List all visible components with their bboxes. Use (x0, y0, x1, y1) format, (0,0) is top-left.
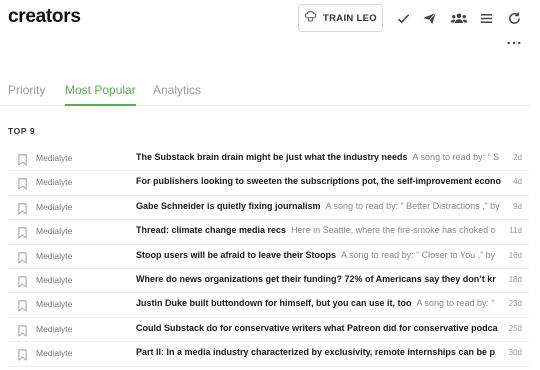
bookmark-icon[interactable] (18, 348, 27, 362)
header: creators TRAIN LEO (0, 0, 540, 60)
bookmark-icon[interactable] (18, 177, 27, 191)
item-title: Where do news organizations get their fu… (136, 273, 496, 284)
list-item[interactable]: Medialyte Could Substack do for conservat… (8, 318, 530, 343)
item-age: 23d (508, 299, 522, 309)
item-age: 18d (508, 274, 522, 284)
item-age: 9d (513, 201, 522, 211)
item-text[interactable]: Where do news organizations get their fu… (136, 274, 504, 284)
item-text[interactable]: Stoop users will be afraid to leave thei… (136, 250, 504, 260)
tab-most-popular[interactable]: Most Popular (65, 83, 136, 106)
tab-bar: Priority Most Popular Analytics (0, 76, 530, 106)
bookmark-icon[interactable] (18, 299, 27, 313)
item-snippet: A song to read by: “ S (412, 152, 500, 162)
item-title: Justin Duke built buttondown for himself… (136, 298, 412, 309)
list-item[interactable]: Medialyte For publishers looking to sweet… (8, 171, 530, 196)
menu-icon[interactable] (478, 10, 494, 26)
item-source: Medialyte (36, 153, 73, 163)
item-text[interactable]: Gabe Schneider is quietly fixing journal… (136, 201, 504, 211)
bookmark-icon[interactable] (18, 202, 27, 215)
users-icon[interactable] (449, 10, 468, 26)
bookmark-icon[interactable] (18, 153, 27, 166)
train-leo-button[interactable]: TRAIN LEO (298, 4, 383, 32)
item-age: 25d (508, 323, 522, 333)
bookmark-icon[interactable] (18, 275, 27, 288)
list-item[interactable]: Medialyte Part II: In a media industry ch… (8, 342, 530, 367)
item-snippet: A song to read by: “ Closer to You ,” by (341, 249, 496, 260)
bookmark-icon[interactable] (18, 251, 27, 264)
item-age: 4d (513, 177, 522, 187)
item-text[interactable]: Part II: In a media industry characteriz… (136, 347, 504, 357)
item-age: 30d (508, 348, 522, 358)
item-title: The Substack brain drain might be just w… (136, 152, 408, 162)
send-icon[interactable] (421, 10, 437, 26)
item-snippet: Here in Seattle, where the fire-smoke ha… (291, 225, 496, 236)
list-item[interactable]: Medialyte The Substack brain drain might … (8, 147, 530, 172)
item-text[interactable]: Thread: climate change media recs Here in… (136, 225, 504, 235)
more-icon[interactable] (506, 38, 522, 48)
item-age: 11d (509, 226, 522, 236)
item-snippet: A song to read by: “ (416, 298, 495, 309)
tab-analytics[interactable]: Analytics (153, 83, 201, 106)
bookmark-icon[interactable] (18, 226, 27, 240)
list-item[interactable]: Medialyte Thread: climate change media re… (8, 220, 530, 245)
item-age: 2d (513, 153, 522, 162)
item-text[interactable]: Justin Duke built buttondown for himself… (136, 298, 504, 308)
item-source: Medialyte (36, 348, 73, 359)
item-source: Medialyte (36, 201, 73, 212)
section-label: TOP 9 (8, 126, 36, 136)
train-leo-label: TRAIN LEO (323, 12, 377, 24)
item-source: Medialyte (36, 274, 73, 285)
item-source: Medialyte (36, 177, 73, 188)
check-icon[interactable] (395, 10, 411, 26)
bookmark-icon[interactable] (18, 324, 27, 337)
tab-priority[interactable]: Priority (8, 83, 45, 106)
item-text[interactable]: Could Substack do for conservative write… (136, 323, 504, 333)
list-item[interactable]: Medialyte Justin Duke built buttondown fo… (8, 293, 530, 318)
item-source: Medialyte (36, 226, 73, 237)
app-title: creators (8, 6, 81, 27)
brain-icon (304, 10, 317, 26)
item-text[interactable]: For publishers looking to sweeten the su… (136, 176, 504, 186)
item-title: Stoop users will be afraid to leave thei… (136, 249, 337, 260)
item-text[interactable]: The Substack brain drain might be just w… (136, 152, 504, 162)
item-title: Part II: In a media industry characteriz… (136, 347, 495, 358)
item-title: Gabe Schneider is quietly fixing journal… (136, 200, 321, 211)
item-title: For publishers looking to sweeten the su… (136, 176, 502, 187)
item-age: 16d (508, 250, 522, 260)
item-snippet: A song to read by: “ Better Distractions… (325, 200, 500, 211)
list-item[interactable]: Medialyte Stoop users will be afraid to l… (8, 245, 530, 269)
item-source: Medialyte (36, 323, 73, 334)
item-title: Thread: climate change media recs (136, 225, 287, 236)
item-title: Could Substack do for conservative write… (136, 322, 498, 333)
item-source: Medialyte (36, 250, 73, 261)
article-list: Medialyte The Substack brain drain might … (8, 147, 530, 367)
list-item[interactable]: Medialyte Gabe Schneider is quietly fixin… (8, 196, 530, 221)
item-source: Medialyte (36, 299, 73, 310)
list-item[interactable]: Medialyte Where do news organizations get… (8, 269, 530, 294)
refresh-icon[interactable] (506, 10, 522, 26)
